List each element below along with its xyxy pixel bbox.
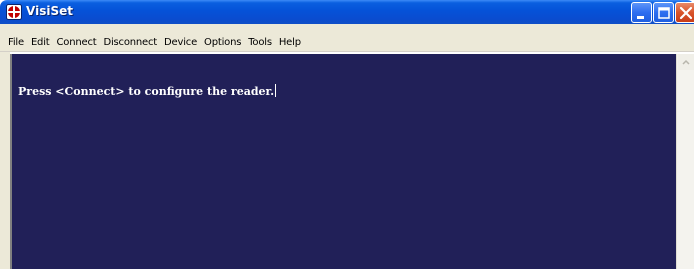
menu-help[interactable]: Help — [276, 37, 304, 48]
menu-connect[interactable]: Connect — [54, 37, 100, 48]
menu-disconnect[interactable]: Disconnect — [100, 37, 160, 48]
app-window: VisiSet File Edit Connect Disconnect Dev… — [0, 0, 694, 269]
window-frame-top — [0, 24, 694, 34]
window-title: VisiSet — [26, 4, 73, 18]
menu-bar: File Edit Connect Disconnect Device Opti… — [0, 34, 694, 52]
vertical-scrollbar[interactable] — [676, 54, 694, 269]
menu-tools[interactable]: Tools — [245, 37, 275, 48]
terminal-message: Press <Connect> to configure the reader. — [18, 85, 275, 98]
terminal-line: Press <Connect> to configure the reader. — [18, 84, 277, 98]
menu-edit[interactable]: Edit — [28, 37, 53, 48]
menu-file[interactable]: File — [5, 37, 27, 48]
close-icon — [679, 6, 693, 20]
title-bar[interactable]: VisiSet — [0, 0, 694, 24]
maximize-icon — [658, 7, 670, 19]
app-icon — [6, 4, 22, 20]
text-cursor — [275, 84, 277, 97]
minimize-button[interactable] — [631, 2, 652, 23]
chevron-up-icon — [682, 59, 690, 65]
terminal-area[interactable]: Press <Connect> to configure the reader. — [10, 54, 676, 269]
window-frame-left — [0, 52, 10, 269]
menu-options[interactable]: Options — [201, 37, 244, 48]
minimize-icon — [637, 16, 644, 19]
scroll-up-button[interactable] — [678, 54, 694, 70]
maximize-button[interactable] — [653, 2, 674, 23]
menu-device[interactable]: Device — [161, 37, 200, 48]
close-button[interactable] — [675, 2, 694, 23]
